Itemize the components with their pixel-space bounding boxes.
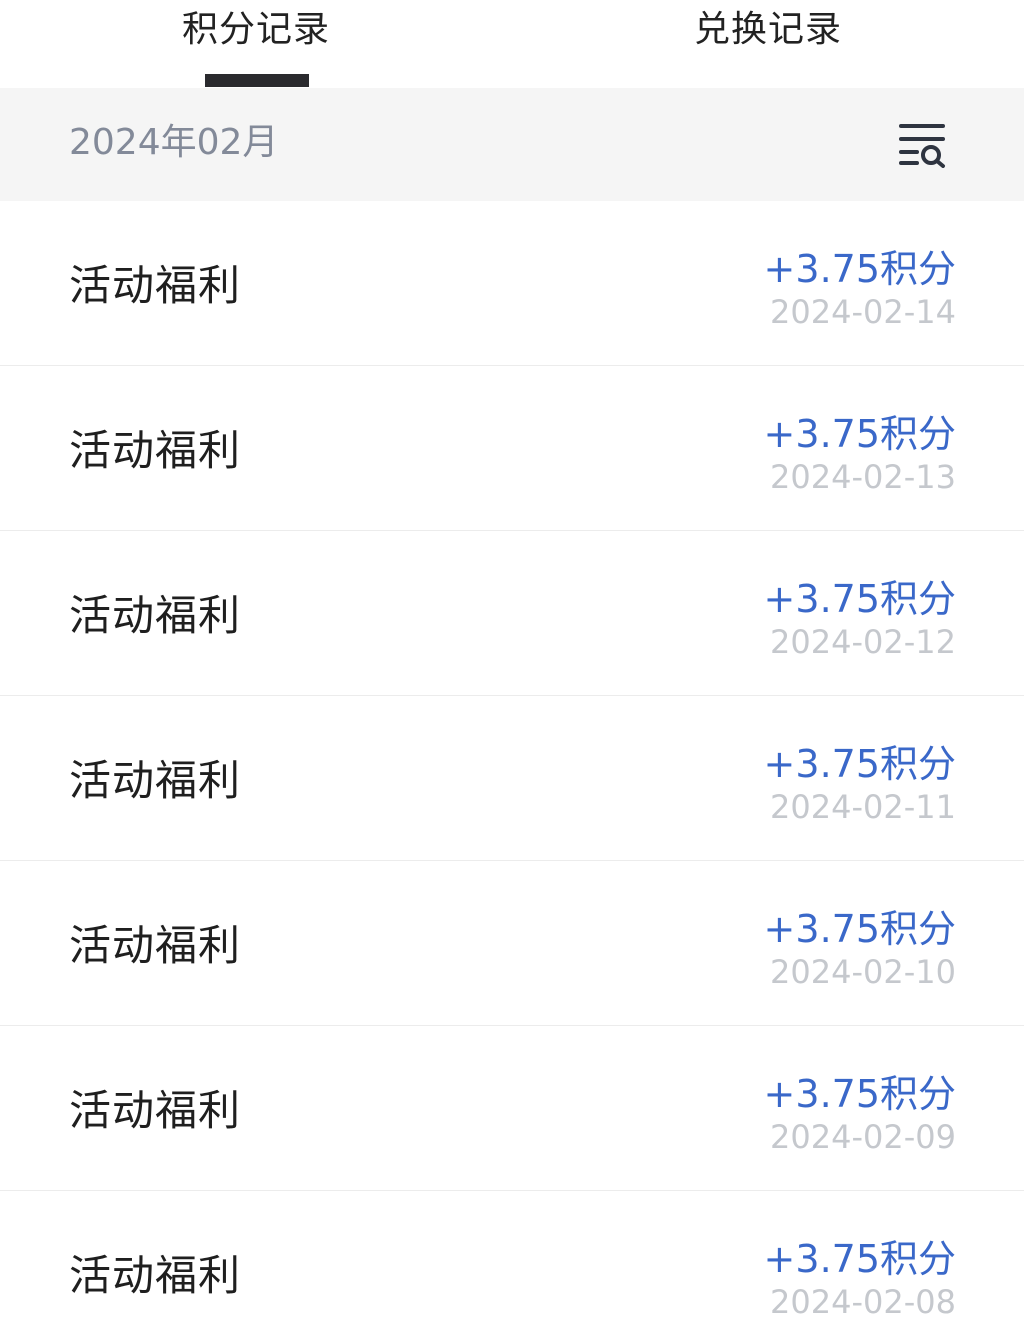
list-item[interactable]: 活动福利 +3.75积分 2024-02-14	[0, 201, 1024, 366]
record-points: +3.75积分	[763, 1072, 956, 1116]
tab-bar: 积分记录 兑换记录	[0, 0, 1024, 88]
record-date: 2024-02-12	[770, 623, 956, 661]
record-date: 2024-02-11	[770, 788, 956, 826]
list-item[interactable]: 活动福利 +3.75积分 2024-02-11	[0, 696, 1024, 861]
filter-button[interactable]	[895, 122, 951, 168]
record-title: 活动福利	[69, 426, 242, 475]
active-tab-indicator	[205, 74, 309, 87]
record-points: +3.75积分	[763, 1237, 956, 1281]
record-points: +3.75积分	[763, 247, 956, 291]
record-date: 2024-02-08	[770, 1283, 956, 1321]
list-item[interactable]: 活动福利 +3.75积分 2024-02-09	[0, 1026, 1024, 1191]
record-title: 活动福利	[69, 591, 242, 640]
tab-exchange-records-label: 兑换记录	[693, 9, 842, 50]
record-title: 活动福利	[69, 261, 242, 310]
tab-points-records-label: 积分记录	[181, 9, 330, 50]
record-title: 活动福利	[69, 921, 242, 970]
list-item[interactable]: 活动福利 +3.75积分 2024-02-13	[0, 366, 1024, 531]
filter-search-icon	[899, 124, 945, 168]
points-history-page: 积分记录 兑换记录 2024年02月 活动福利 +3.75积分 2024-02-…	[0, 0, 1024, 1344]
record-date: 2024-02-13	[770, 458, 956, 496]
tab-exchange-records[interactable]: 兑换记录	[512, 0, 1024, 88]
list-item[interactable]: 活动福利 +3.75积分 2024-02-08	[0, 1191, 1024, 1344]
record-date: 2024-02-09	[770, 1118, 956, 1156]
list-item[interactable]: 活动福利 +3.75积分 2024-02-12	[0, 531, 1024, 696]
record-points: +3.75积分	[763, 907, 956, 951]
record-title: 活动福利	[69, 1086, 242, 1135]
record-points: +3.75积分	[763, 412, 956, 456]
record-date: 2024-02-10	[770, 953, 956, 991]
records-list: 活动福利 +3.75积分 2024-02-14 活动福利 +3.75积分 202…	[0, 201, 1024, 1344]
month-label: 2024年02月	[69, 122, 279, 163]
record-title: 活动福利	[69, 1251, 242, 1300]
record-points: +3.75积分	[763, 577, 956, 621]
record-date: 2024-02-14	[770, 293, 956, 331]
record-points: +3.75积分	[763, 742, 956, 786]
list-item[interactable]: 活动福利 +3.75积分 2024-02-10	[0, 861, 1024, 1026]
record-title: 活动福利	[69, 756, 242, 805]
month-header: 2024年02月	[0, 88, 1024, 201]
